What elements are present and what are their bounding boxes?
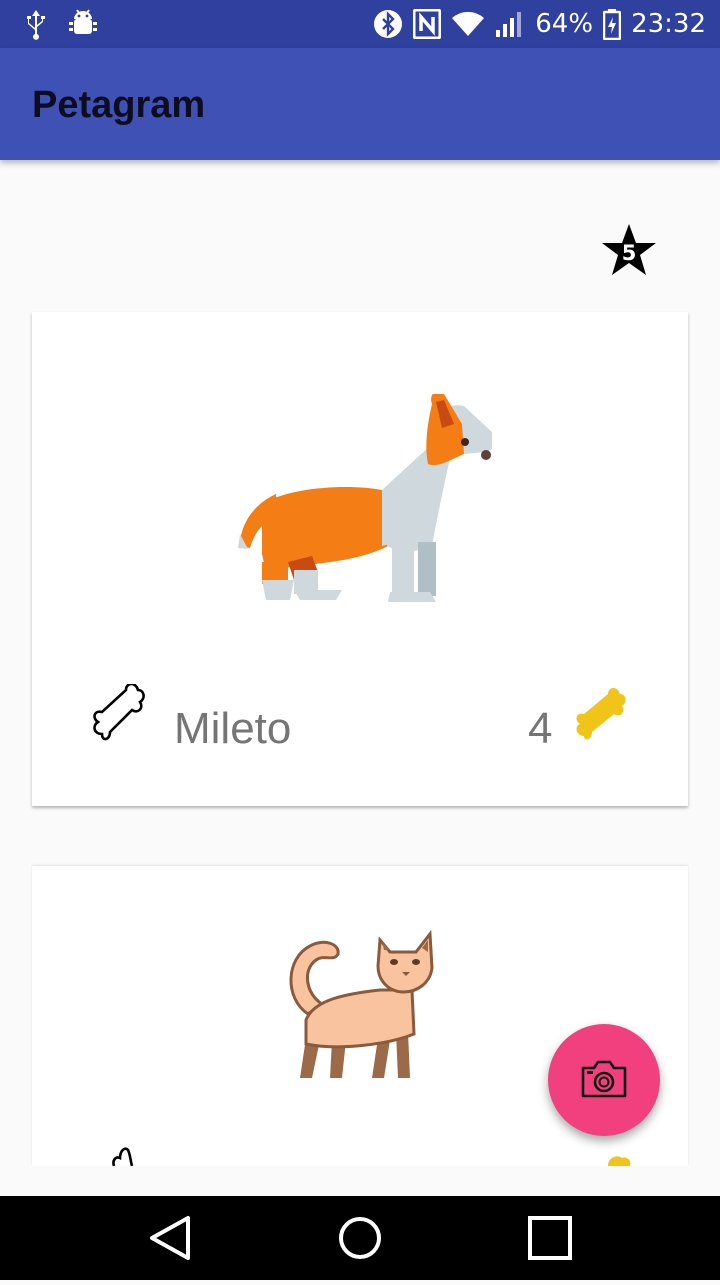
app-bar: Petagram bbox=[0, 48, 720, 160]
back-button[interactable] bbox=[120, 1196, 220, 1280]
pet-card: Mileto 4 bbox=[32, 312, 688, 806]
usb-icon bbox=[27, 10, 45, 40]
bone-filled-icon[interactable] bbox=[606, 1154, 632, 1166]
pet-like-count: 4 bbox=[528, 704, 553, 753]
bone-outline-icon[interactable] bbox=[90, 684, 146, 746]
back-triangle-icon bbox=[150, 1216, 190, 1260]
pet-name: Mileto bbox=[174, 704, 292, 753]
status-left-icons bbox=[22, 8, 98, 40]
navigation-bar bbox=[0, 1196, 720, 1280]
pet-image-cat bbox=[289, 929, 434, 1078]
app-title: Petagram bbox=[32, 84, 206, 126]
battery-percent: 64% bbox=[535, 9, 594, 39]
nfc-icon bbox=[413, 9, 442, 39]
home-circle-icon bbox=[339, 1217, 381, 1259]
bluetooth-icon bbox=[374, 10, 403, 38]
android-debug-icon bbox=[69, 9, 97, 34]
recents-button[interactable] bbox=[500, 1196, 600, 1280]
wifi-icon bbox=[452, 11, 485, 37]
recents-square-icon bbox=[528, 1216, 572, 1260]
status-bar: 64% 23:32 bbox=[0, 0, 720, 48]
cell-signal-icon bbox=[496, 12, 522, 37]
clock: 23:32 bbox=[631, 9, 706, 39]
camera-icon bbox=[581, 1060, 627, 1098]
favorites-button[interactable]: 5 bbox=[600, 222, 658, 280]
bone-filled-icon[interactable] bbox=[574, 688, 630, 744]
battery-charging-icon bbox=[603, 9, 622, 40]
status-right-icons: 64% 23:32 bbox=[373, 0, 706, 48]
pet-image-corgi bbox=[238, 394, 492, 602]
home-button[interactable] bbox=[310, 1196, 410, 1280]
favorites-count: 5 bbox=[621, 241, 637, 265]
camera-fab[interactable] bbox=[548, 1024, 660, 1136]
bone-outline-icon[interactable] bbox=[108, 1144, 138, 1166]
